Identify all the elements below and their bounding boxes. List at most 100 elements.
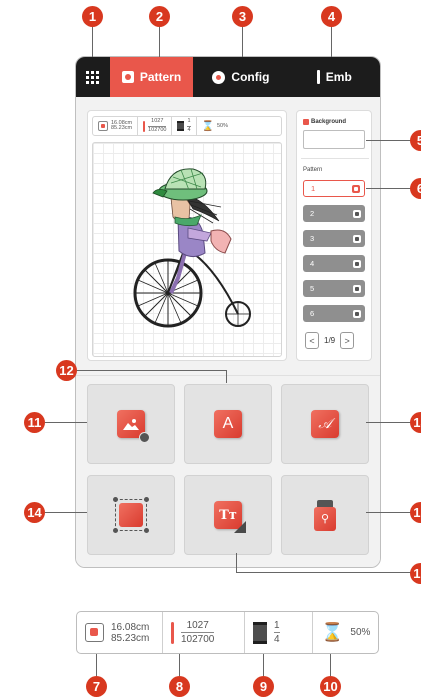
hourglass-icon: ⌛	[321, 622, 344, 642]
pattern-slot[interactable]: 5	[303, 280, 365, 297]
prev-page-button[interactable]: <	[305, 332, 319, 349]
callout-leader	[179, 654, 180, 676]
tab-pattern[interactable]: Pattern	[109, 57, 194, 97]
callout-leader	[366, 140, 411, 141]
text-tool-glyph: A	[222, 415, 234, 432]
thread-spool-icon	[253, 621, 267, 644]
background-heading: Background	[303, 119, 346, 125]
grid-menu-icon[interactable]	[76, 57, 110, 97]
color-current: 1	[274, 620, 280, 631]
canvas-panel: 16.08cm 85.23cm 1027 102700 1 4 ⌛ 50%	[87, 110, 287, 361]
callout-14: 14	[24, 502, 45, 523]
pattern-slot-label: 1	[311, 184, 316, 193]
callout-leader	[330, 654, 331, 676]
color-stat: 1 4	[172, 117, 197, 135]
size-stat: 16.08cm 85.23cm	[93, 117, 139, 135]
tab-emb[interactable]: Emb	[289, 57, 380, 97]
embroidery-design	[133, 168, 251, 328]
font-size-icon: Tт	[214, 501, 246, 533]
pattern-list-label: Pattern	[303, 167, 323, 173]
callout-6: 6	[410, 178, 421, 199]
pattern-slot[interactable]: 3	[303, 230, 365, 247]
slot-badge-icon	[353, 234, 361, 243]
hoop-icon	[85, 623, 104, 642]
callout-leader	[92, 27, 93, 57]
pattern-slot[interactable]: 4	[303, 255, 365, 272]
pattern-slot-label: 3	[310, 234, 315, 243]
stitch-current: 1027	[151, 118, 164, 124]
slot-badge-icon	[353, 309, 361, 318]
slot-badge-icon	[353, 284, 361, 293]
tab-emb-label: Emb	[325, 70, 352, 84]
callout-5: 5	[410, 130, 421, 151]
callout-leader	[366, 512, 411, 513]
pattern-slot-label: 2	[310, 209, 315, 218]
tool-area: A 𝒜 Tт ⚲	[76, 375, 380, 567]
slot-badge-icon	[353, 209, 361, 218]
pattern-slot-label: 4	[310, 259, 315, 268]
callout-10: 10	[320, 676, 341, 697]
background-selector[interactable]	[303, 130, 365, 149]
callout-leader	[159, 27, 160, 57]
callout-leader	[236, 553, 237, 573]
pattern-slot[interactable]: 6	[303, 305, 365, 322]
stitch-stat: 1027 102700	[163, 612, 245, 653]
callout-16: 16	[410, 563, 421, 584]
page-indicator: 1/9	[324, 336, 336, 345]
pattern-slot[interactable]: 1	[303, 180, 365, 197]
progress-value: 50%	[216, 123, 228, 129]
image-tool-button[interactable]	[87, 384, 175, 464]
hoop-icon	[98, 121, 108, 131]
callout-2: 2	[149, 6, 170, 27]
callout-8: 8	[169, 676, 190, 697]
pattern-icon	[121, 71, 134, 83]
background-icon	[303, 119, 309, 125]
callout-13: 13	[410, 412, 421, 433]
callout-leader	[331, 27, 332, 57]
stitch-current: 1027	[186, 620, 209, 631]
progress-value: 50%	[350, 627, 371, 638]
thread-spool-icon	[177, 121, 185, 131]
design-canvas[interactable]	[92, 142, 282, 357]
stitch-total: 102700	[181, 634, 215, 645]
shape-tool-button[interactable]	[87, 475, 175, 555]
slot-badge-icon	[352, 184, 360, 193]
tab-config-label: Config	[231, 70, 270, 84]
pattern-slot-label: 6	[310, 309, 315, 318]
background-label: Background	[311, 119, 347, 125]
size-width: 16.08cm	[111, 621, 150, 633]
app-window: Pattern Config Emb 16.08cm 85.23cm 1027 …	[75, 56, 381, 568]
hourglass-icon: ⌛	[201, 120, 214, 132]
callout-15: 15	[410, 502, 421, 523]
color-stat: 1 4	[245, 612, 313, 653]
needle-icon	[316, 70, 320, 84]
pattern-slot[interactable]: 2	[303, 205, 365, 222]
callout-4: 4	[321, 6, 342, 27]
callout-leader	[226, 370, 227, 383]
stitch-stat: 1027 102700	[138, 117, 173, 135]
letter-a-icon: A	[214, 410, 242, 438]
callout-leader	[263, 654, 264, 676]
color-total: 4	[187, 126, 191, 133]
script-text-tool-button[interactable]: 𝒜	[281, 384, 369, 464]
usb-icon: ⚲	[314, 499, 336, 531]
usb-tool-button[interactable]: ⚲	[281, 475, 369, 555]
config-icon	[212, 70, 226, 84]
stats-mini: 16.08cm 85.23cm 1027 102700 1 4 ⌛ 50%	[92, 116, 282, 136]
callout-leader	[242, 27, 243, 57]
font-size-tool-button[interactable]: Tт	[184, 475, 272, 555]
tab-config[interactable]: Config	[193, 57, 288, 97]
tab-pattern-label: Pattern	[139, 70, 182, 84]
stats-bar-detail: 16.08cm 85.23cm 1027 102700 1 4 ⌛ 50%	[76, 611, 379, 654]
needle-icon	[143, 120, 146, 132]
next-page-button[interactable]: >	[340, 332, 355, 349]
size-height: 85.23cm	[111, 632, 150, 644]
stitch-total: 102700	[148, 126, 167, 133]
text-tool-button[interactable]: A	[184, 384, 272, 464]
script-tool-glyph: 𝒜	[318, 416, 332, 432]
pattern-pager: < 1/9 >	[305, 332, 355, 349]
color-current: 1	[187, 118, 191, 124]
selection-square-icon	[113, 497, 149, 533]
needle-icon	[171, 621, 174, 644]
callout-leader	[366, 422, 411, 423]
